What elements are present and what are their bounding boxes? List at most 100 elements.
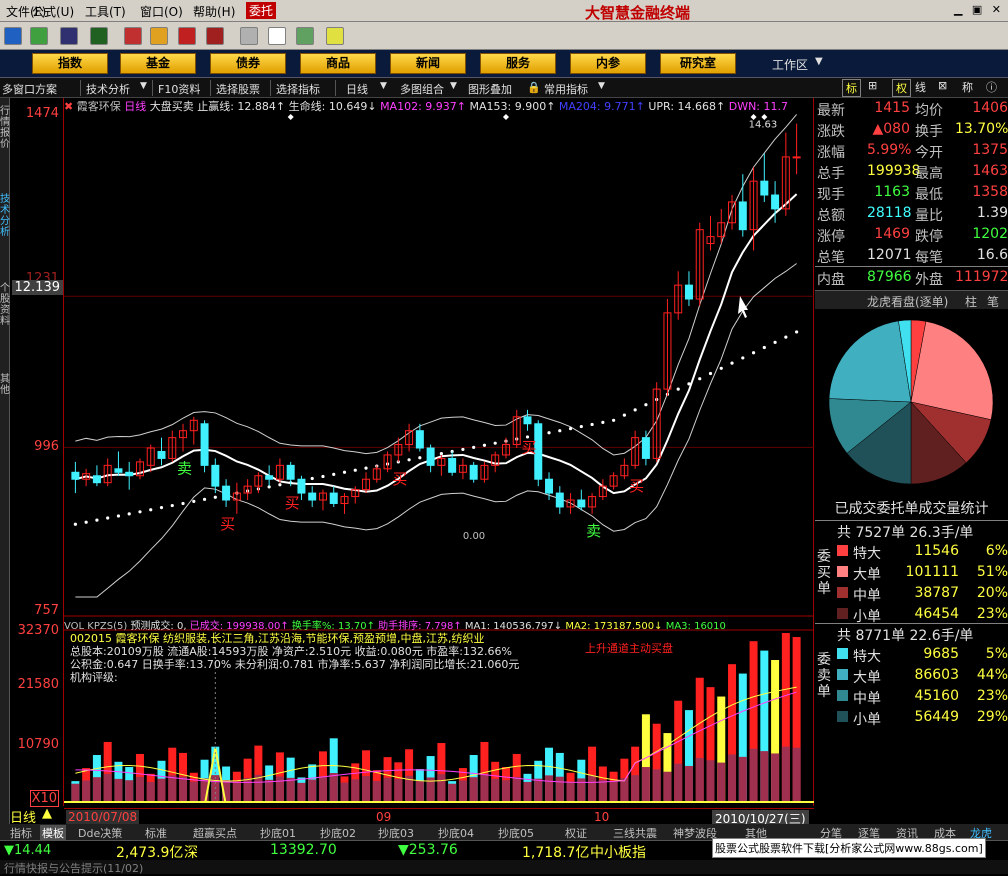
candle-body[interactable] (286, 464, 295, 480)
tab-cheng[interactable]: 称 (962, 79, 973, 95)
candle-body[interactable] (125, 471, 134, 477)
select-stock[interactable]: 选择股票 (216, 81, 260, 97)
btab-warrant[interactable]: 权证 (565, 825, 587, 841)
candle-body[interactable] (469, 464, 478, 480)
candle-body[interactable] (792, 156, 801, 159)
workspace-dropdown-icon[interactable]: ▼ (815, 56, 823, 67)
candle-body[interactable] (771, 194, 780, 210)
nav-fund[interactable]: 基金 (120, 53, 196, 74)
menu-tools[interactable]: 工具(T) (85, 3, 126, 20)
candle-body[interactable] (329, 492, 338, 504)
nav-news[interactable]: 新闻 (390, 53, 466, 74)
candle-body[interactable] (760, 180, 769, 196)
candle-body[interactable] (265, 475, 274, 480)
menu-trade[interactable]: 委托 (246, 2, 277, 19)
rail-quote[interactable]: 行情报价 (0, 106, 10, 150)
workspace-label[interactable]: 工作区 (772, 56, 808, 73)
btab-bottom04[interactable]: 抄底04 (438, 825, 474, 841)
nav-bond[interactable]: 债券 (210, 53, 286, 74)
nav-service[interactable]: 服务 (480, 53, 556, 74)
period-triangle-icon[interactable]: ▲ (42, 806, 52, 821)
candle-body[interactable] (211, 464, 220, 487)
alert-icon[interactable] (206, 27, 224, 45)
candle-body[interactable] (738, 201, 747, 231)
multi-window-scheme[interactable]: 多窗口方案 (2, 81, 57, 97)
candle-body[interactable] (641, 437, 650, 459)
signal-icon[interactable] (90, 27, 108, 45)
btab-standard[interactable]: 标准 (145, 825, 167, 841)
btab-indicator[interactable]: 指标 (10, 825, 32, 841)
candle-body[interactable] (448, 457, 457, 473)
crosshair-icon[interactable]: ⊞ (868, 79, 877, 92)
candle-body[interactable] (555, 492, 564, 508)
tab-xian[interactable]: 线 (915, 79, 926, 95)
candle-body[interactable] (92, 475, 101, 484)
help-icon[interactable] (124, 27, 142, 45)
candle-body[interactable] (523, 416, 532, 425)
period-dropdown-icon[interactable]: ▼ (380, 81, 387, 91)
chart-svg[interactable]: 14.63卖买买买买卖买0.00 (64, 98, 814, 806)
rail-profile[interactable]: 个股资料 (0, 283, 10, 327)
multi-chart-dropdown-icon[interactable]: ▼ (450, 81, 457, 91)
dragon-tab-bi[interactable]: 笔 (987, 293, 999, 310)
f10-info[interactable]: F10资料 (158, 81, 200, 97)
layout-icon[interactable] (4, 27, 22, 45)
tab-quan[interactable]: 权 (892, 79, 911, 97)
bars-icon[interactable] (296, 27, 314, 45)
candle-body[interactable] (415, 430, 424, 449)
menu-formula[interactable]: 公式(U) (32, 3, 74, 20)
btab-three-line[interactable]: 三线共震 (613, 825, 657, 841)
ad-banner[interactable]: 股票公式股票软件下载[分析家公式网www.88gs.com] (712, 838, 986, 858)
chart-icon[interactable] (30, 27, 48, 45)
settings-icon[interactable] (326, 27, 344, 45)
tech-analysis[interactable]: 技术分析 (86, 81, 130, 97)
period-daily[interactable]: 日线 (346, 81, 368, 97)
nav-research[interactable]: 研究室 (660, 53, 736, 74)
common-indicators[interactable]: 常用指标 (544, 81, 588, 97)
lock-icon[interactable]: 🔒 (527, 81, 541, 94)
indicator-dropdown-icon[interactable]: ▼ (598, 81, 605, 91)
btab-dde[interactable]: Dde决策 (78, 825, 122, 841)
btab-wave[interactable]: 神梦波段 (673, 825, 717, 841)
candle-body[interactable] (297, 478, 306, 494)
news-strip[interactable]: 行情快报与公告提示(11/02) (0, 860, 1008, 875)
candle-body[interactable] (545, 478, 554, 494)
menu-help[interactable]: 帮助(H) (193, 3, 235, 20)
btab-bottom02[interactable]: 抄底02 (320, 825, 356, 841)
dragon-tab-zhu[interactable]: 柱 (965, 293, 977, 310)
tech-dropdown-icon[interactable]: ▼ (140, 81, 147, 91)
window-controls[interactable]: ▁ ▣ ✕ (954, 3, 1004, 16)
candle-body[interactable] (200, 423, 209, 466)
nav-commodity[interactable]: 商品 (300, 53, 376, 74)
candle-body[interactable] (114, 468, 123, 473)
select-indicator[interactable]: 选择指标 (276, 81, 320, 97)
info-icon[interactable]: ⓘ (986, 79, 997, 95)
nav-insider[interactable]: 内参 (570, 53, 646, 74)
diamond-icon[interactable] (150, 27, 168, 45)
btab-bottom05[interactable]: 抄底05 (498, 825, 534, 841)
overlay[interactable]: 图形叠加 (468, 81, 512, 97)
status-sme-label[interactable]: 中小板指 (590, 842, 646, 862)
window-icon[interactable] (268, 27, 286, 45)
tab-biao[interactable]: 标 (842, 79, 861, 97)
dragon-title[interactable]: 龙虎看盘(逐单) (867, 293, 948, 310)
btab-super-buy[interactable]: 超赢买点 (193, 825, 237, 841)
menu-window[interactable]: 窗口(O) (140, 3, 183, 20)
event-marker[interactable] (502, 114, 509, 120)
binocular-icon[interactable] (60, 27, 78, 45)
candle-body[interactable] (684, 284, 693, 300)
btab-bottom01[interactable]: 抄底01 (260, 825, 296, 841)
candle-body[interactable] (577, 499, 586, 508)
candle-body[interactable] (222, 485, 231, 501)
link-icon[interactable] (178, 27, 196, 45)
event-marker[interactable] (287, 114, 294, 120)
candle-body[interactable] (71, 471, 80, 480)
status-sz-label[interactable]: 深 (184, 842, 198, 862)
rail-other[interactable]: 其他 (0, 374, 10, 396)
candle-body[interactable] (426, 447, 435, 466)
candle-body[interactable] (157, 450, 166, 459)
btab-bottom03[interactable]: 抄底03 (378, 825, 414, 841)
nav-index[interactable]: 指数 (32, 53, 108, 74)
candle-body[interactable] (308, 492, 317, 501)
rail-tech[interactable]: 技术分析 (0, 194, 10, 238)
